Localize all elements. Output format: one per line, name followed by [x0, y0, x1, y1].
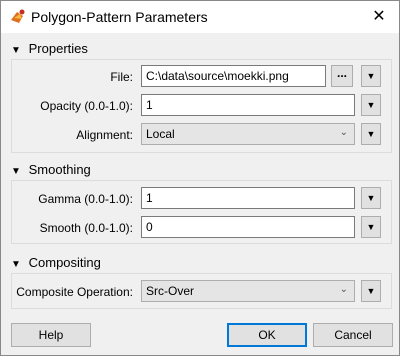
dialog-title: Polygon-Pattern Parameters	[31, 9, 208, 25]
opacity-menu-button[interactable]: ▼	[361, 94, 381, 116]
triangle-down-icon: ▼	[366, 71, 376, 81]
triangle-down-icon: ▼	[366, 129, 376, 139]
composite-select[interactable]: Src-Over ⌄	[141, 280, 355, 302]
triangle-down-icon: ▼	[366, 286, 376, 296]
opacity-label: Opacity (0.0-1.0):	[40, 99, 133, 113]
ok-button[interactable]: OK	[227, 323, 307, 347]
smooth-menu-button[interactable]: ▼	[361, 216, 381, 238]
chevron-down-icon: ⌄	[339, 284, 348, 295]
composite-label: Composite Operation:	[16, 285, 133, 299]
triangle-down-icon: ▼	[366, 193, 376, 203]
cancel-button[interactable]: Cancel	[313, 323, 393, 347]
chevron-down-icon: ▼	[11, 259, 21, 270]
section-properties-label: Properties	[28, 41, 88, 56]
dialog-window: Polygon-Pattern Parameters ✕ ▼ Propertie…	[0, 0, 400, 356]
triangle-down-icon: ▼	[366, 222, 376, 232]
composite-menu-button[interactable]: ▼	[361, 280, 381, 302]
chevron-down-icon: ▼	[11, 45, 21, 56]
title-bar: Polygon-Pattern Parameters ✕	[1, 1, 399, 33]
alignment-value: Local	[146, 127, 175, 141]
close-icon: ✕	[372, 8, 386, 25]
alignment-menu-button[interactable]: ▼	[361, 123, 381, 145]
browse-button[interactable]: ...	[331, 65, 353, 87]
section-smoothing-header[interactable]: ▼ Smoothing	[11, 162, 91, 178]
gamma-input[interactable]: 1	[141, 187, 355, 209]
section-smoothing-label: Smoothing	[28, 162, 91, 177]
alignment-label: Alignment:	[76, 128, 133, 142]
file-label: File:	[110, 70, 133, 84]
app-icon	[11, 9, 25, 23]
close-button[interactable]: ✕	[365, 5, 393, 29]
opacity-input[interactable]: 1	[141, 94, 355, 116]
gamma-menu-button[interactable]: ▼	[361, 187, 381, 209]
composite-value: Src-Over	[146, 284, 194, 298]
chevron-down-icon: ▼	[11, 166, 21, 177]
section-properties-header[interactable]: ▼ Properties	[11, 41, 88, 57]
help-button[interactable]: Help	[11, 323, 91, 347]
triangle-down-icon: ▼	[366, 100, 376, 110]
file-input[interactable]: C:\data\source\moekki.png	[141, 65, 326, 87]
chevron-down-icon: ⌄	[339, 127, 348, 138]
smooth-label: Smooth (0.0-1.0):	[39, 221, 133, 235]
section-compositing-header[interactable]: ▼ Compositing	[11, 255, 101, 271]
smooth-input[interactable]: 0	[141, 216, 355, 238]
gamma-label: Gamma (0.0-1.0):	[38, 192, 133, 206]
section-compositing-label: Compositing	[28, 255, 101, 270]
file-menu-button[interactable]: ▼	[361, 65, 381, 87]
alignment-select[interactable]: Local ⌄	[141, 123, 355, 145]
